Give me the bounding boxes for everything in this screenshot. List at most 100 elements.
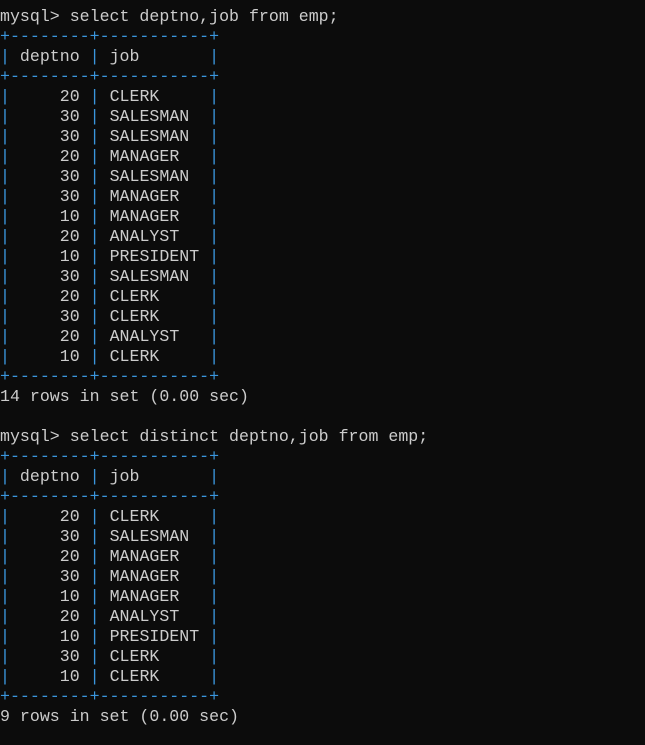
cell-job: CLERK xyxy=(99,87,210,106)
command-line: mysql> select deptno,job from emp; xyxy=(0,7,428,27)
cell-separator: | xyxy=(89,627,100,646)
table-border: +--------+-----------+ xyxy=(0,67,428,87)
cell-deptno: 20 xyxy=(9,547,90,566)
cell-separator: | xyxy=(209,107,220,126)
cell-separator: | xyxy=(209,127,220,146)
cell-separator: | xyxy=(209,667,220,686)
cell-separator: | xyxy=(0,227,10,246)
cell-job: MANAGER xyxy=(99,547,210,566)
cell-deptno: 10 xyxy=(9,667,90,686)
cell-job: MANAGER xyxy=(99,587,210,606)
cell-separator: | xyxy=(209,167,220,186)
column-header-job: job xyxy=(99,467,210,486)
cell-separator: | xyxy=(0,667,10,686)
cell-job: ANALYST xyxy=(99,227,210,246)
cell-separator: | xyxy=(0,147,10,166)
status-text: 9 rows in set (0.00 sec) xyxy=(0,707,239,726)
table-row: | 20 | ANALYST | xyxy=(0,227,428,247)
result-status: 9 rows in set (0.00 sec) xyxy=(0,707,428,727)
table-border-line: +--------+-----------+ xyxy=(0,447,220,466)
terminal-output[interactable]: mysql> select deptno,job from emp; +-----… xyxy=(0,7,428,727)
cell-separator: | xyxy=(0,287,10,306)
cell-separator: | xyxy=(89,467,100,486)
cell-separator: | xyxy=(209,267,220,286)
cell-deptno: 20 xyxy=(9,227,90,246)
table-border: +--------+-----------+ xyxy=(0,487,428,507)
cell-deptno: 10 xyxy=(9,347,90,366)
cell-separator: | xyxy=(209,527,220,546)
table-row: | 30 | MANAGER | xyxy=(0,187,428,207)
result-status: 14 rows in set (0.00 sec) xyxy=(0,387,428,407)
sql-command: select deptno,job from emp; xyxy=(69,7,339,26)
table-row: | 20 | ANALYST | xyxy=(0,327,428,347)
cell-job: SALESMAN xyxy=(99,127,210,146)
cell-separator: | xyxy=(89,527,100,546)
table-row: | 10 | PRESIDENT | xyxy=(0,627,428,647)
table-row: | 30 | SALESMAN | xyxy=(0,107,428,127)
cell-separator: | xyxy=(0,547,10,566)
cell-job: CLERK xyxy=(99,347,210,366)
cell-deptno: 30 xyxy=(9,267,90,286)
cell-separator: | xyxy=(0,527,10,546)
cell-separator: | xyxy=(209,247,220,266)
cell-separator: | xyxy=(209,567,220,586)
cell-deptno: 30 xyxy=(9,307,90,326)
cell-separator: | xyxy=(0,307,10,326)
cell-job: MANAGER xyxy=(99,567,210,586)
column-header-deptno: deptno xyxy=(9,467,90,486)
cell-separator: | xyxy=(209,647,220,666)
cell-separator: | xyxy=(209,147,220,166)
sql-command: select distinct deptno,job from emp; xyxy=(69,427,429,446)
table-row: | 10 | MANAGER | xyxy=(0,207,428,227)
cell-separator: | xyxy=(89,607,100,626)
cell-separator: | xyxy=(89,267,100,286)
cell-deptno: 20 xyxy=(9,607,90,626)
cell-separator: | xyxy=(0,347,10,366)
table-border-line: +--------+-----------+ xyxy=(0,367,220,386)
cell-deptno: 20 xyxy=(9,327,90,346)
cell-deptno: 30 xyxy=(9,527,90,546)
cell-separator: | xyxy=(0,47,10,66)
cell-separator: | xyxy=(209,47,220,66)
cell-separator: | xyxy=(209,547,220,566)
cell-separator: | xyxy=(209,627,220,646)
cell-separator: | xyxy=(89,567,100,586)
cell-separator: | xyxy=(209,207,220,226)
cell-separator: | xyxy=(209,587,220,606)
cell-job: CLERK xyxy=(99,307,210,326)
cell-separator: | xyxy=(0,267,10,286)
cell-separator: | xyxy=(89,307,100,326)
cell-deptno: 10 xyxy=(9,627,90,646)
column-header-job: job xyxy=(99,47,210,66)
table-border-line: +--------+-----------+ xyxy=(0,67,220,86)
table-border-line: +--------+-----------+ xyxy=(0,687,220,706)
cell-separator: | xyxy=(89,227,100,246)
cell-separator: | xyxy=(89,47,100,66)
cell-deptno: 20 xyxy=(9,87,90,106)
cell-separator: | xyxy=(209,607,220,626)
prompt: mysql> xyxy=(0,7,60,26)
column-header-deptno: deptno xyxy=(9,47,90,66)
cell-separator: | xyxy=(0,207,10,226)
cell-separator: | xyxy=(0,327,10,346)
cell-separator: | xyxy=(0,627,10,646)
table-row: | 30 | SALESMAN | xyxy=(0,167,428,187)
cell-job: CLERK xyxy=(99,287,210,306)
cell-separator: | xyxy=(89,347,100,366)
cell-separator: | xyxy=(89,187,100,206)
cell-separator: | xyxy=(0,567,10,586)
cell-separator: | xyxy=(0,87,10,106)
cell-deptno: 30 xyxy=(9,107,90,126)
cell-separator: | xyxy=(89,247,100,266)
cell-job: PRESIDENT xyxy=(99,627,210,646)
table-border: +--------+-----------+ xyxy=(0,27,428,47)
cell-separator: | xyxy=(89,667,100,686)
table-border-line: +--------+-----------+ xyxy=(0,27,220,46)
cell-deptno: 30 xyxy=(9,187,90,206)
cell-separator: | xyxy=(209,187,220,206)
table-row: | 30 | CLERK | xyxy=(0,307,428,327)
cell-job: ANALYST xyxy=(99,607,210,626)
cell-separator: | xyxy=(209,347,220,366)
cell-job: ANALYST xyxy=(99,327,210,346)
